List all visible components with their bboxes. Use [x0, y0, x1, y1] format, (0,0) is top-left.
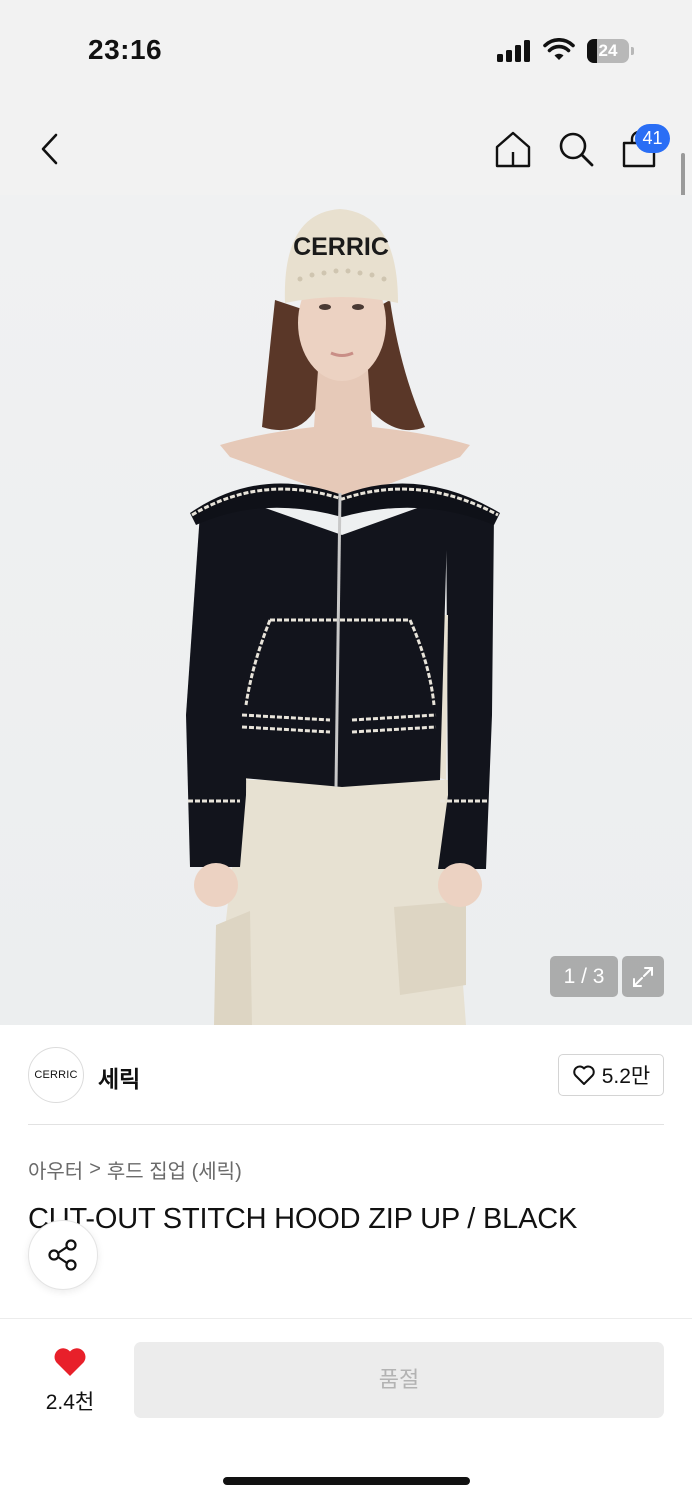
back-arrow-icon [41, 133, 58, 165]
divider [28, 1124, 664, 1125]
battery-icon: 24 [587, 39, 629, 63]
back-button[interactable] [28, 126, 72, 172]
sold-out-button[interactable]: 품절 [134, 1342, 664, 1418]
status-bar: 23:16 24 [0, 0, 692, 100]
home-button[interactable] [490, 126, 536, 172]
brand-logo[interactable]: CERRIC [28, 1047, 84, 1103]
skin-neck [220, 370, 470, 495]
status-time: 23:16 [88, 34, 163, 65]
heart-outline-icon [572, 1065, 595, 1085]
brand-like-count: 5.2만 [601, 1065, 651, 1088]
product-image[interactable]: CERRIC [0, 195, 692, 1025]
brand-name[interactable]: 세릭 [98, 1060, 140, 1094]
product-title: CUT-OUT STITCH HOOD ZIP UP / BLACK [28, 1203, 578, 1235]
breadcrumb-separator: > [89, 1158, 101, 1180]
share-button[interactable] [28, 1220, 98, 1290]
brand-logo-text: CERRIC [34, 1069, 78, 1081]
search-icon [559, 132, 594, 167]
search-button[interactable] [553, 126, 599, 172]
wifi-icon [543, 38, 575, 60]
cart-count-badge: 41 [635, 124, 670, 153]
product-photo: CERRIC [186, 209, 500, 1025]
breadcrumb: 아우터 > 후드 집업 (세릭) [28, 1155, 242, 1184]
top-nav [0, 100, 692, 195]
home-icon [495, 131, 531, 168]
cellular-signal-icon [497, 40, 533, 62]
heart-filled-icon [54, 1348, 86, 1376]
wish-button[interactable]: 2.4천 [36, 1342, 104, 1414]
breadcrumb-category[interactable]: 아우터 [28, 1155, 83, 1184]
wish-count: 2.4천 [45, 1391, 95, 1414]
brand-like-button[interactable]: 5.2만 [558, 1054, 664, 1096]
battery-level: 24 [598, 41, 618, 60]
breadcrumb-subcategory[interactable]: 후드 집업 (세릭) [107, 1155, 242, 1184]
expand-image-button[interactable] [622, 956, 664, 997]
expand-icon [633, 966, 653, 987]
share-icon [48, 1239, 77, 1271]
image-counter: 1 / 3 [550, 956, 618, 997]
beanie-text: CERRIC [293, 233, 389, 261]
home-indicator [223, 1477, 470, 1485]
